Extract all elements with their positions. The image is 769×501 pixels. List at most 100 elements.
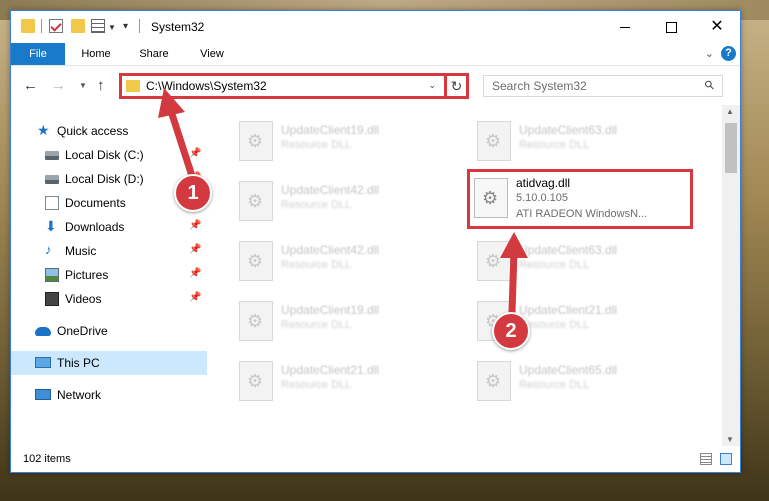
separator	[139, 19, 140, 33]
minimize-icon	[620, 26, 630, 28]
search-placeholder: Search System32	[492, 79, 587, 93]
pin-icon[interactable]: 📌	[189, 244, 201, 255]
tab-file[interactable]: File	[11, 43, 65, 65]
minimize-button[interactable]	[602, 11, 648, 43]
new-folder-icon[interactable]	[71, 19, 85, 33]
file-name: UpdateClient21.dll	[519, 303, 618, 317]
nav-item-quick-access[interactable]: ★ Quick access	[11, 119, 207, 143]
nav-item-music[interactable]: ♪ Music 📌	[11, 239, 207, 263]
customize-quick-access-icon[interactable]: ▾	[123, 21, 128, 32]
file-type: Resource DLL	[281, 319, 352, 331]
dll-file-icon	[239, 301, 273, 341]
dll-file-icon	[474, 178, 508, 218]
file-name: atidvag.dll	[516, 176, 571, 190]
file-item[interactable]: UpdateClient19.dll Resource DLL	[231, 297, 461, 349]
refresh-button[interactable]: ↻	[444, 73, 466, 99]
scroll-up-icon[interactable]: ▲	[726, 107, 734, 116]
separator	[41, 19, 42, 33]
folder-icon	[126, 80, 140, 92]
up-arrow-icon[interactable]: ↑	[97, 77, 105, 94]
forward-arrow-icon[interactable]: →	[51, 77, 66, 94]
nav-item-onedrive[interactable]: OneDrive	[11, 319, 207, 343]
maximize-button[interactable]	[648, 11, 694, 43]
file-type: Resource DLL	[281, 199, 352, 211]
search-input[interactable]: Search System32 ⚲	[483, 75, 723, 97]
properties-icon[interactable]	[91, 19, 105, 33]
file-item-atidvag[interactable]: atidvag.dll 5.10.0.105 ATI RADEON Window…	[467, 169, 693, 229]
file-type: Resource DLL	[281, 259, 352, 271]
file-item[interactable]: UpdateClient63.dll Resource DLL	[469, 237, 699, 289]
drive-icon	[45, 151, 59, 160]
file-type: Resource DLL	[519, 259, 590, 271]
tab-share[interactable]: Share	[131, 43, 177, 65]
nav-item-label: OneDrive	[57, 324, 108, 338]
file-explorer-window: ▼ ▾ System32 ✕ File Home Share View ⌄ ? …	[10, 10, 741, 473]
status-bar: 102 items	[11, 446, 740, 472]
nav-item-label: Music	[65, 244, 97, 258]
file-name: UpdateClient19.dll	[281, 303, 380, 317]
file-item[interactable]: UpdateClient63.dll Resource DLL	[469, 117, 699, 169]
recent-locations-icon[interactable]: ▼	[79, 81, 87, 90]
expand-ribbon-icon[interactable]: ⌄	[705, 47, 714, 60]
close-button[interactable]: ✕	[694, 11, 740, 43]
file-item[interactable]: UpdateClient21.dll Resource DLL	[231, 357, 461, 409]
tab-home[interactable]: Home	[73, 43, 119, 65]
nav-item-label: Quick access	[57, 124, 129, 138]
nav-item-local-disk-c[interactable]: Local Disk (C:) 📌	[11, 143, 207, 167]
file-description: ATI RADEON WindowsN...	[516, 208, 648, 220]
dll-file-icon	[239, 181, 273, 221]
close-icon: ✕	[710, 18, 724, 35]
nav-item-label: Videos	[65, 292, 102, 306]
nav-item-label: Local Disk (C:)	[65, 148, 144, 162]
item-count: 102 items	[23, 453, 71, 465]
this-pc-icon	[35, 357, 51, 368]
dll-file-icon	[477, 241, 511, 281]
navigation-pane: ★ Quick access Local Disk (C:) 📌 Local D…	[11, 105, 207, 446]
file-item[interactable]: UpdateClient42.dll Resource DLL	[231, 237, 461, 289]
file-type: Resource DLL	[519, 139, 590, 151]
refresh-icon: ↻	[450, 77, 463, 94]
nav-item-this-pc[interactable]: This PC	[11, 351, 207, 375]
dll-file-icon	[477, 121, 511, 161]
star-icon: ★	[37, 122, 50, 138]
properties-check-icon[interactable]	[49, 19, 63, 33]
address-path[interactable]: C:\Windows\System32	[146, 79, 267, 93]
nav-item-network[interactable]: Network	[11, 383, 207, 407]
file-item[interactable]: UpdateClient65.dll Resource DLL	[469, 357, 699, 409]
nav-item-pictures[interactable]: Pictures 📌	[11, 263, 207, 287]
file-name: UpdateClient42.dll	[281, 243, 380, 257]
file-item[interactable]: UpdateClient42.dll Resource DLL	[231, 177, 461, 229]
file-item[interactable]: UpdateClient19.dll Resource DLL	[231, 117, 461, 169]
pin-icon[interactable]: 📌	[189, 268, 201, 279]
pictures-icon	[45, 268, 59, 282]
pin-icon[interactable]: 📌	[189, 148, 201, 159]
onedrive-icon	[35, 327, 51, 336]
file-name: UpdateClient21.dll	[281, 363, 380, 377]
help-icon[interactable]: ?	[721, 46, 736, 61]
vertical-scrollbar[interactable]: ▲ ▼	[722, 105, 740, 446]
videos-icon	[45, 292, 59, 306]
nav-item-downloads[interactable]: ⬇ Downloads 📌	[11, 215, 207, 239]
scroll-down-icon[interactable]: ▼	[726, 435, 734, 444]
chevron-down-icon[interactable]: ▼	[108, 23, 116, 32]
step-badge-1: 1	[174, 174, 212, 212]
file-type: Resource DLL	[281, 139, 352, 151]
file-name: UpdateClient19.dll	[281, 123, 380, 137]
chevron-down-icon[interactable]: ⌄	[428, 80, 436, 91]
nav-item-label: Network	[57, 388, 102, 402]
large-icons-view-icon[interactable]	[720, 453, 732, 465]
tab-view[interactable]: View	[189, 43, 235, 65]
dll-file-icon	[239, 121, 273, 161]
nav-item-label: Pictures	[65, 268, 109, 282]
details-view-icon[interactable]	[700, 453, 712, 465]
address-bar[interactable]: C:\Windows\System32 ⌄ ↻	[119, 73, 469, 99]
nav-item-videos[interactable]: Videos 📌	[11, 287, 207, 311]
folder-icon	[21, 19, 35, 33]
nav-item-label: This PC	[57, 356, 100, 370]
pin-icon[interactable]: 📌	[189, 292, 201, 303]
file-version: 5.10.0.105	[516, 192, 568, 204]
back-arrow-icon[interactable]: ←	[23, 77, 38, 94]
pin-icon[interactable]: 📌	[189, 220, 201, 231]
search-icon[interactable]: ⚲	[702, 77, 718, 93]
scroll-thumb[interactable]	[725, 123, 737, 173]
